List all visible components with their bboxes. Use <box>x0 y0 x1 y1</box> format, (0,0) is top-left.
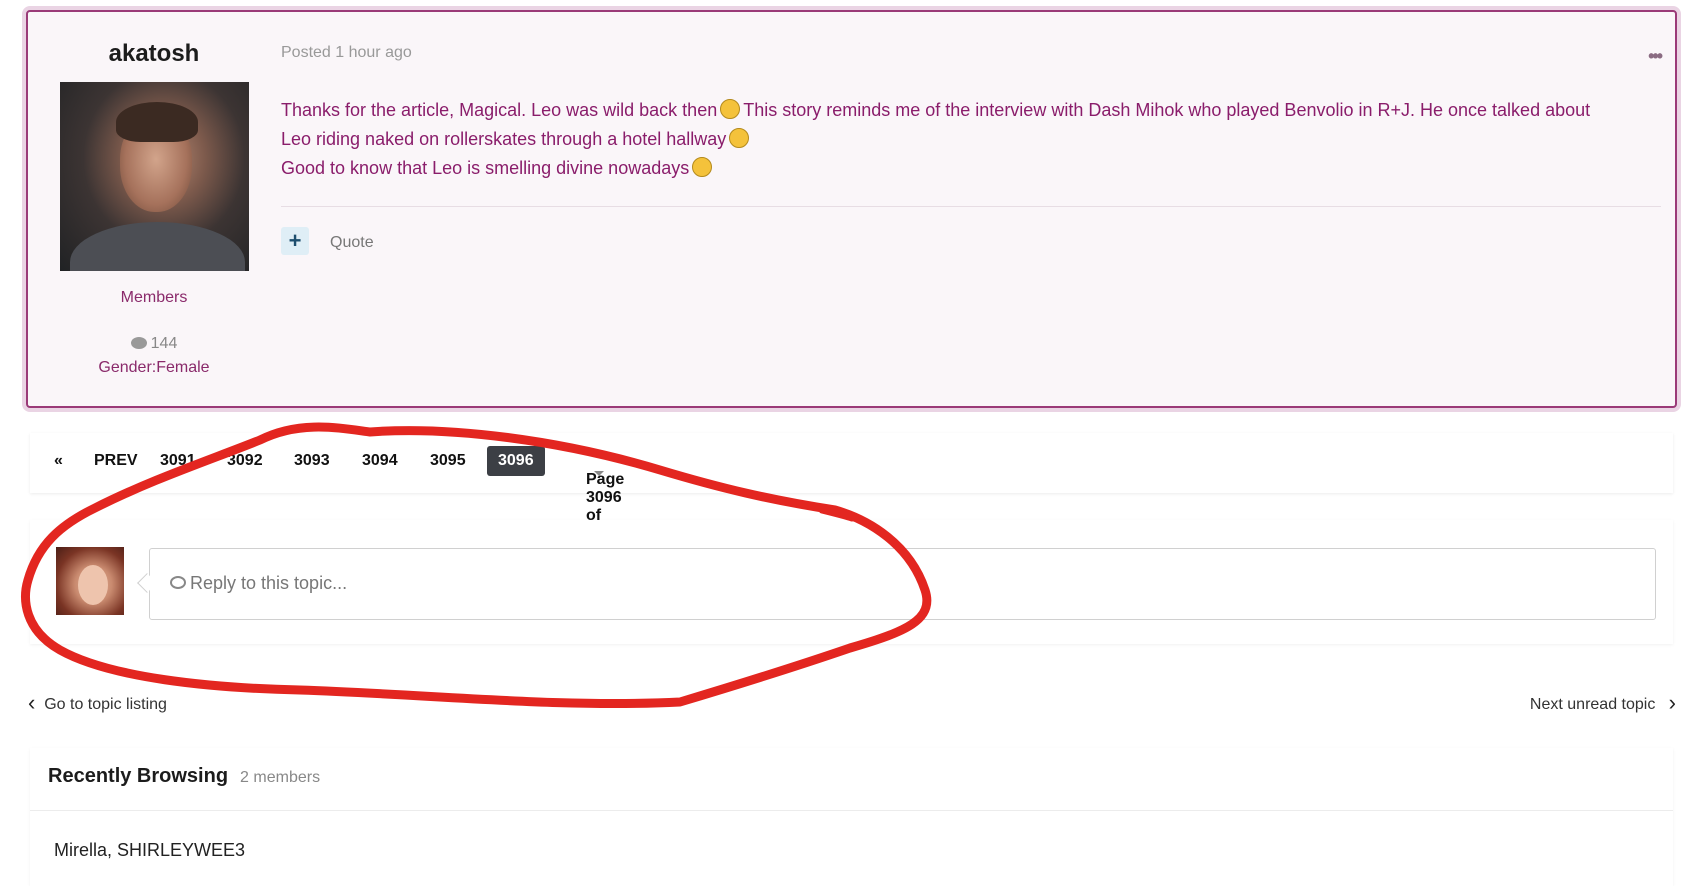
caret-down-icon <box>594 471 604 476</box>
reply-input[interactable]: Reply to this topic... <box>149 548 1656 620</box>
page-link[interactable]: 3093 <box>294 452 330 470</box>
recently-browsing-title: Recently Browsing <box>48 765 229 787</box>
post-line-3: Leo riding naked on rollerskates through… <box>281 129 727 149</box>
page-link[interactable]: 3094 <box>362 452 398 470</box>
first-page-icon[interactable]: « <box>54 452 63 470</box>
next-unread-label: Next unread topic <box>1529 696 1656 714</box>
author-name[interactable]: akatosh <box>58 40 250 68</box>
react-button[interactable]: + <box>281 227 309 255</box>
reply-area: Reply to this topic... <box>30 520 1673 644</box>
author-avatar[interactable] <box>59 82 249 271</box>
post-line-1: Thanks for the article, Magical. Leo was… <box>281 100 718 120</box>
quote-button[interactable]: Quote <box>330 234 374 252</box>
recently-browsing-members[interactable]: Mirella, SHIRLEYWEE3 <box>54 840 245 861</box>
recently-browsing: Recently Browsing 2 members Mirella, SHIR… <box>30 748 1673 886</box>
topic-listing-link[interactable]: ‹ Go to topic listing <box>28 690 167 718</box>
reply-placeholder: Reply to this topic... <box>170 573 347 594</box>
pagination: « PREV 3091 3092 3093 3094 3095 3096 Pag… <box>30 433 1673 542</box>
comment-icon <box>130 336 147 349</box>
forum-post: akatosh Members 144 Gender:Female Posted… <box>26 10 1677 408</box>
chevron-right-icon: › <box>1668 690 1676 715</box>
more-options-icon[interactable]: ••• <box>1648 46 1663 67</box>
post-line-4: Good to know that Leo is smelling divine… <box>281 158 690 178</box>
next-unread-link[interactable]: Next unread topic › <box>1529 690 1676 718</box>
author-gender: Gender:Female <box>98 359 210 376</box>
prev-page-button[interactable]: PREV <box>94 452 138 470</box>
recently-browsing-count: 2 members <box>240 769 321 786</box>
author-panel: akatosh Members 144 Gender:Female <box>58 12 250 377</box>
page-link[interactable]: 3091 <box>160 452 196 470</box>
page-link[interactable]: 3095 <box>430 452 466 470</box>
author-group: Members <box>120 289 188 306</box>
post-content: Thanks for the article, Magical. Leo was… <box>281 96 1659 183</box>
recently-browsing-divider <box>30 810 1673 811</box>
post-timestamp[interactable]: Posted 1 hour ago <box>281 44 412 62</box>
post-count-value: 144 <box>150 335 178 352</box>
recently-browsing-header: Recently Browsing 2 members <box>48 765 320 788</box>
topic-page: akatosh Members 144 Gender:Female Posted… <box>0 0 1700 886</box>
author-post-count: 144 <box>58 335 250 353</box>
current-user-avatar[interactable] <box>56 547 124 615</box>
comment-icon <box>170 575 186 589</box>
smile-emoji-icon <box>692 157 713 178</box>
page-link[interactable]: 3092 <box>227 452 263 470</box>
post-line-2: This story reminds me of the interview w… <box>743 100 1591 120</box>
topic-listing-label: Go to topic listing <box>44 696 167 714</box>
post-divider <box>281 206 1661 207</box>
laughing-emoji-icon <box>729 128 750 149</box>
current-page[interactable]: 3096 <box>487 446 545 476</box>
blush-emoji-icon <box>720 99 741 120</box>
chevron-left-icon: ‹ <box>28 690 36 715</box>
